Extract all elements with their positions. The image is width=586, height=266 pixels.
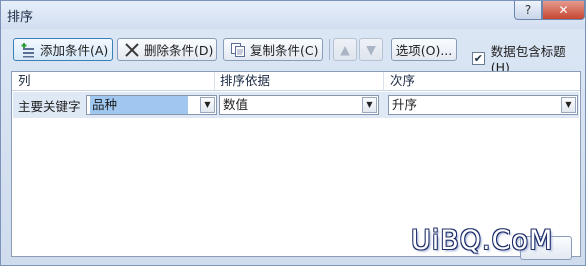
title-bar: 排序 ? ✕	[1, 1, 585, 29]
chevron-down-icon[interactable]: ▼	[362, 97, 377, 113]
copy-icon	[230, 42, 246, 58]
order-value: 升序	[392, 97, 418, 112]
sort-on-header: 排序依据	[220, 73, 271, 88]
chevron-down-icon[interactable]: ▼	[200, 97, 215, 113]
header-checkbox-label[interactable]: 数据包含标题(H)	[491, 41, 583, 75]
move-up-button[interactable]: ▲	[333, 38, 357, 61]
sort-on-value: 数值	[223, 97, 249, 112]
close-button[interactable]: ✕	[542, 1, 585, 20]
header-separator	[12, 90, 580, 91]
add-level-label: 添加条件(A)	[40, 43, 109, 58]
copy-level-label: 复制条件(C)	[250, 43, 319, 58]
delete-level-button[interactable]: 删除条件(D)	[117, 38, 217, 61]
options-label: 选项(O)...	[395, 43, 453, 58]
add-level-icon	[20, 42, 36, 58]
delete-level-label: 删除条件(D)	[144, 43, 214, 58]
watermark: UiBQ.CoM	[411, 225, 554, 256]
sort-key-value: 品种	[90, 96, 188, 114]
sort-dialog: 排序 ? ✕ 添加条件(A) 删除条件(D) 复制条件(C) ▲ ▼ 选项(O)…	[0, 0, 586, 266]
column-header: 列	[18, 73, 31, 88]
sort-level-row[interactable]: 主要关键字 品种 ▼ 数值 ▼ 升序 ▼	[13, 92, 579, 118]
toolbar-divider	[329, 39, 330, 60]
sort-key-dropdown[interactable]: 品种 ▼	[86, 95, 217, 115]
dialog-title: 排序	[7, 10, 34, 25]
arrow-up-icon: ▲	[340, 42, 350, 57]
move-down-button[interactable]: ▼	[359, 38, 383, 61]
help-button[interactable]: ?	[514, 1, 542, 20]
arrow-down-icon: ▼	[366, 42, 376, 57]
copy-level-button[interactable]: 复制条件(C)	[223, 38, 323, 61]
header-checkbox[interactable]: ✔	[472, 51, 485, 65]
header-divider	[214, 72, 215, 90]
sort-on-dropdown[interactable]: 数值 ▼	[219, 95, 379, 115]
header-checkbox-wrap[interactable]: ✔ 数据包含标题(H)	[472, 41, 583, 75]
options-button[interactable]: 选项(O)...	[391, 38, 457, 61]
order-dropdown[interactable]: 升序 ▼	[388, 95, 578, 115]
header-divider	[383, 72, 384, 90]
delete-icon	[124, 42, 140, 58]
toolbar: 添加条件(A) 删除条件(D) 复制条件(C) ▲ ▼ 选项(O)... ✔ 数…	[13, 38, 583, 75]
add-level-button[interactable]: 添加条件(A)	[13, 38, 113, 61]
chevron-down-icon[interactable]: ▼	[561, 97, 576, 113]
row-label: 主要关键字	[18, 99, 81, 114]
order-header: 次序	[390, 73, 416, 88]
